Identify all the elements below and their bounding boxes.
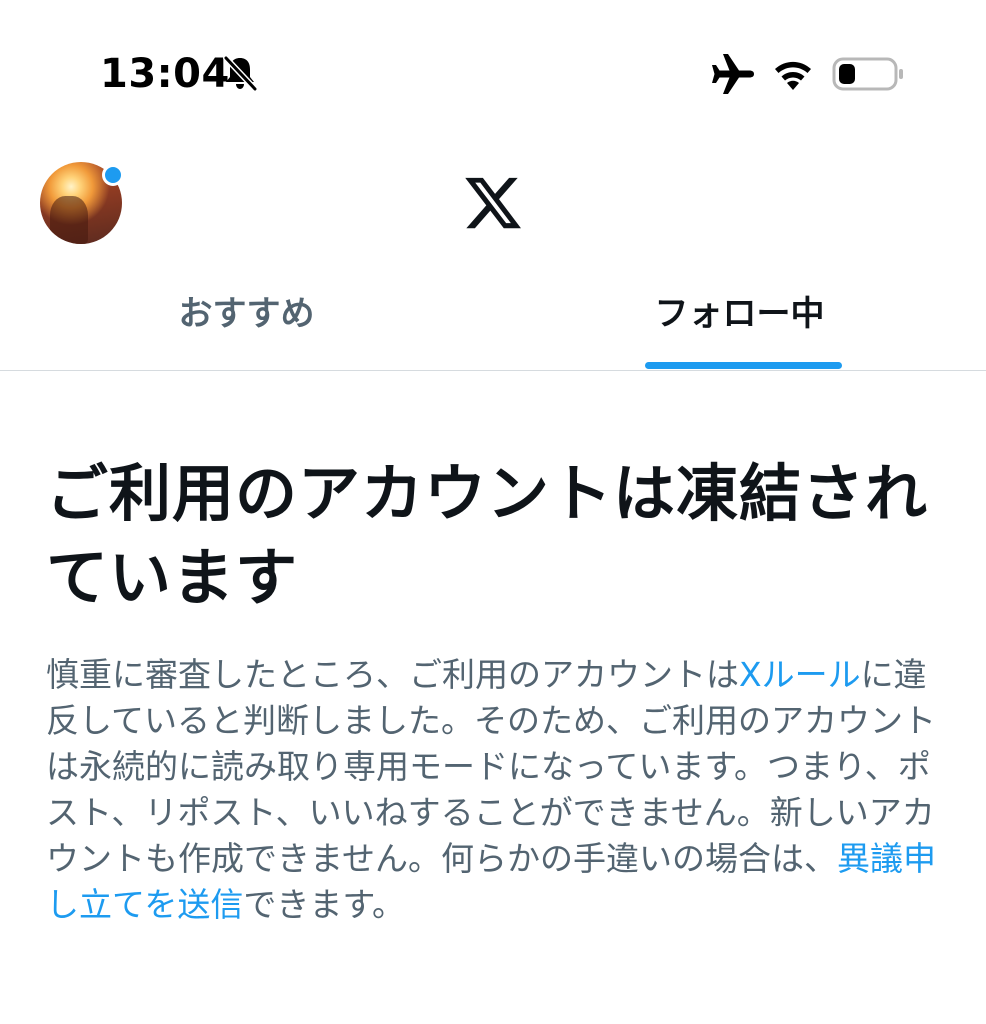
tab-recommended[interactable]: おすすめ [0,276,493,370]
battery-icon [832,57,903,91]
tab-following[interactable]: フォロー中 [493,276,986,370]
bell-slash-icon [223,55,258,92]
message-text-3: できます。 [243,885,406,924]
status-time: 13:04 [100,51,230,97]
message-text-1: 慎重に審査したところ、ご利用のアカウントは [46,655,739,694]
suspension-title: ご利用のアカウントは凍結されています [46,457,929,614]
status-bar: 13:04 [0,0,986,140]
wifi-icon [775,61,811,90]
x-logo-icon [465,177,521,229]
active-tab-indicator [645,362,842,369]
avatar-photo [50,196,88,244]
suspension-message: 慎重に審査したところ、ご利用のアカウントはXルールに違反していると判断しました。… [46,652,946,928]
timeline-tabs: おすすめ フォロー中 [0,276,986,371]
x-rules-link[interactable]: Xルール [739,655,861,694]
notification-dot [102,164,124,186]
airplane-icon [712,54,754,94]
